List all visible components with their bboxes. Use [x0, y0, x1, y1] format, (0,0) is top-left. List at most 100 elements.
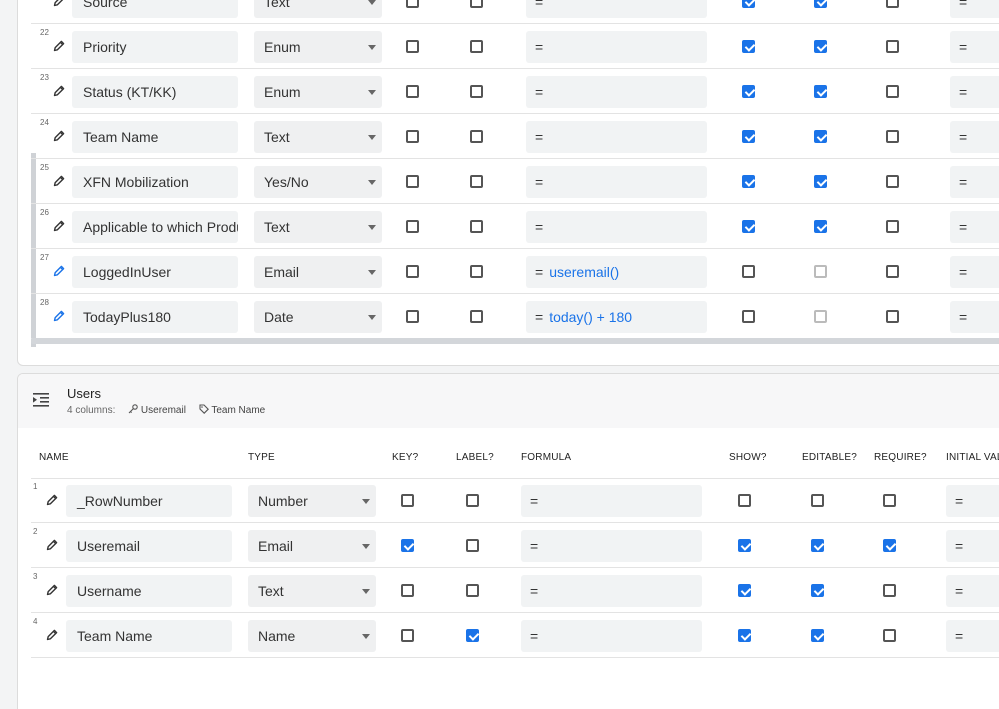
key-checkbox[interactable]: [406, 130, 419, 143]
col-header-label[interactable]: LABEL?: [456, 452, 494, 463]
column-name-field[interactable]: Username: [66, 575, 232, 607]
formula-field[interactable]: =: [526, 0, 707, 18]
show-checkbox[interactable]: [738, 494, 751, 507]
pencil-icon[interactable]: [46, 538, 58, 551]
label-checkbox[interactable]: [470, 265, 483, 278]
pencil-icon[interactable]: [46, 583, 58, 596]
pencil-icon[interactable]: [53, 0, 65, 7]
label-checkbox[interactable]: [466, 494, 479, 507]
initial-value-field[interactable]: =: [946, 620, 999, 652]
column-type-select[interactable]: Text: [248, 575, 376, 607]
key-checkbox[interactable]: [406, 265, 419, 278]
require-checkbox[interactable]: [886, 265, 899, 278]
column-type-select[interactable]: Name: [248, 620, 376, 652]
require-checkbox[interactable]: [883, 629, 896, 642]
label-checkbox[interactable]: [470, 0, 483, 8]
pencil-icon[interactable]: [53, 264, 65, 277]
editable-checkbox[interactable]: [811, 629, 824, 642]
key-checkbox[interactable]: [406, 310, 419, 323]
horizontal-scrollbar[interactable]: [31, 338, 999, 344]
show-checkbox[interactable]: [742, 130, 755, 143]
show-checkbox[interactable]: [742, 175, 755, 188]
column-type-select[interactable]: Text: [254, 121, 382, 153]
key-checkbox[interactable]: [401, 629, 414, 642]
key-checkbox[interactable]: [406, 85, 419, 98]
label-checkbox[interactable]: [470, 310, 483, 323]
require-checkbox[interactable]: [883, 584, 896, 597]
editable-checkbox[interactable]: [814, 0, 827, 8]
key-checkbox[interactable]: [401, 584, 414, 597]
initial-value-field[interactable]: =: [950, 76, 999, 108]
key-checkbox[interactable]: [406, 175, 419, 188]
label-checkbox[interactable]: [470, 40, 483, 53]
editable-checkbox[interactable]: [814, 130, 827, 143]
column-name-field[interactable]: LoggedInUser: [72, 256, 238, 288]
require-checkbox[interactable]: [886, 40, 899, 53]
column-type-select[interactable]: Email: [254, 256, 382, 288]
column-name-field[interactable]: Applicable to which Produ: [72, 211, 238, 243]
column-type-select[interactable]: Text: [254, 0, 382, 18]
formula-field[interactable]: =: [521, 620, 702, 652]
show-checkbox[interactable]: [742, 220, 755, 233]
editable-checkbox[interactable]: [814, 40, 827, 53]
column-name-field[interactable]: XFN Mobilization: [72, 166, 238, 198]
require-checkbox[interactable]: [883, 494, 896, 507]
formula-field[interactable]: =: [526, 121, 707, 153]
column-type-select[interactable]: Text: [254, 211, 382, 243]
editable-checkbox[interactable]: [811, 539, 824, 552]
label-checkbox[interactable]: [466, 629, 479, 642]
key-checkbox[interactable]: [406, 0, 419, 8]
column-type-select[interactable]: Number: [248, 485, 376, 517]
label-checkbox[interactable]: [470, 130, 483, 143]
pencil-icon[interactable]: [46, 628, 58, 641]
column-name-field[interactable]: TodayPlus180: [72, 301, 238, 333]
show-checkbox[interactable]: [742, 85, 755, 98]
formula-field[interactable]: = useremail(): [526, 256, 707, 288]
col-header-name[interactable]: NAME: [39, 452, 69, 463]
formula-field[interactable]: =: [521, 530, 702, 562]
column-name-field[interactable]: Team Name: [72, 121, 238, 153]
col-header-formula[interactable]: FORMULA: [521, 452, 571, 463]
pencil-icon[interactable]: [53, 219, 65, 232]
pencil-icon[interactable]: [53, 174, 65, 187]
editable-checkbox[interactable]: [811, 494, 824, 507]
label-checkbox[interactable]: [466, 539, 479, 552]
initial-value-field[interactable]: =: [950, 301, 999, 333]
require-checkbox[interactable]: [883, 539, 896, 552]
key-checkbox[interactable]: [406, 40, 419, 53]
show-checkbox[interactable]: [738, 584, 751, 597]
require-checkbox[interactable]: [886, 220, 899, 233]
require-checkbox[interactable]: [886, 175, 899, 188]
editable-checkbox[interactable]: [814, 175, 827, 188]
initial-value-field[interactable]: =: [946, 575, 999, 607]
formula-field[interactable]: =: [526, 166, 707, 198]
label-checkbox[interactable]: [470, 175, 483, 188]
initial-value-field[interactable]: =: [946, 485, 999, 517]
formula-field[interactable]: =: [526, 211, 707, 243]
editable-checkbox[interactable]: [811, 584, 824, 597]
formula-field[interactable]: = today() + 180: [526, 301, 707, 333]
show-checkbox[interactable]: [742, 265, 755, 278]
column-name-field[interactable]: Team Name: [66, 620, 232, 652]
show-checkbox[interactable]: [742, 310, 755, 323]
require-checkbox[interactable]: [886, 0, 899, 8]
formula-field[interactable]: =: [526, 76, 707, 108]
require-checkbox[interactable]: [886, 85, 899, 98]
col-header-editable[interactable]: EDITABLE?: [802, 452, 857, 463]
column-type-select[interactable]: Yes/No: [254, 166, 382, 198]
key-checkbox[interactable]: [401, 494, 414, 507]
col-header-type[interactable]: TYPE: [248, 452, 275, 463]
col-header-initial[interactable]: INITIAL VAL: [946, 452, 999, 463]
column-type-select[interactable]: Date: [254, 301, 382, 333]
editable-checkbox[interactable]: [814, 265, 827, 278]
show-checkbox[interactable]: [738, 539, 751, 552]
column-name-field[interactable]: Status (KT/KK): [72, 76, 238, 108]
col-header-key[interactable]: KEY?: [392, 452, 418, 463]
column-name-field[interactable]: Useremail: [66, 530, 232, 562]
pencil-icon[interactable]: [46, 493, 58, 506]
key-checkbox[interactable]: [406, 220, 419, 233]
column-type-select[interactable]: Enum: [254, 76, 382, 108]
show-checkbox[interactable]: [742, 0, 755, 8]
initial-value-field[interactable]: =: [946, 530, 999, 562]
label-checkbox[interactable]: [470, 220, 483, 233]
